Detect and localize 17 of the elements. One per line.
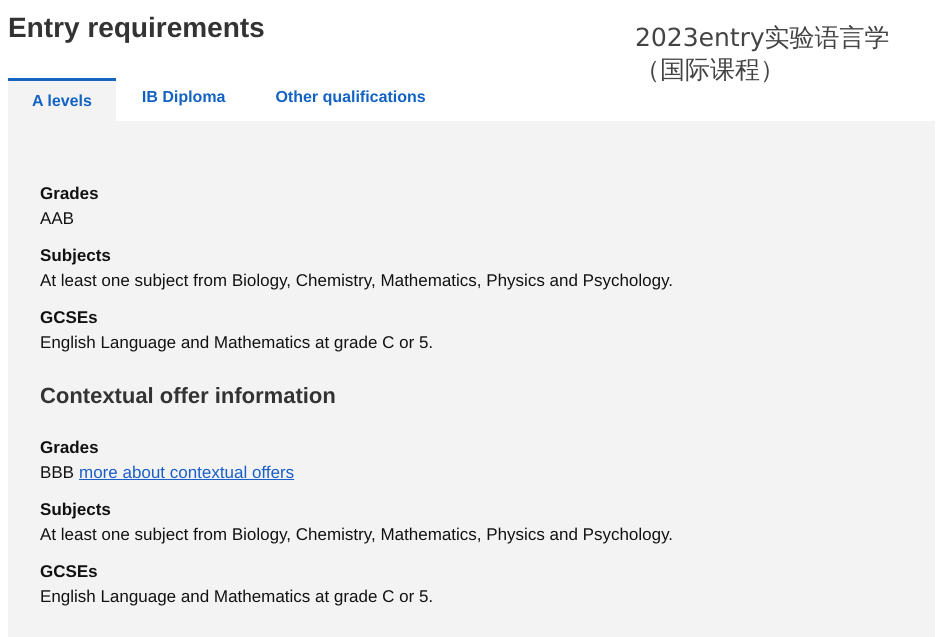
tab[interactable]: A levels (8, 78, 116, 121)
section-heading: Contextual offer information (40, 383, 337, 409)
field-value: English Language and Mathematics at grade C or 5. (40, 332, 434, 354)
field-value: English Language and Mathematics at grade C or 5. (40, 586, 434, 608)
field-label: Subjects (40, 245, 112, 267)
contextual-offers-link[interactable]: more about contextual offers (79, 459, 294, 487)
field-label: Grades (40, 437, 100, 459)
annotation-text: 2023entry实验语言学（国际课程） (635, 22, 891, 86)
field-value: BBB (40, 462, 74, 484)
field-label: GCSEs (40, 561, 99, 583)
page-title: Entry requirements (8, 12, 265, 44)
field-label: GCSEs (40, 307, 99, 329)
field-value: At least one subject from Biology, Chemistry, Mathematics, Physics and Psychology. (40, 270, 674, 292)
field-value: AAB (40, 208, 76, 230)
field-value: At least one subject from Biology, Chemistry, Mathematics, Physics and Psychology. (40, 524, 674, 546)
field-label: Grades (40, 183, 100, 205)
field-label: Subjects (40, 499, 112, 521)
